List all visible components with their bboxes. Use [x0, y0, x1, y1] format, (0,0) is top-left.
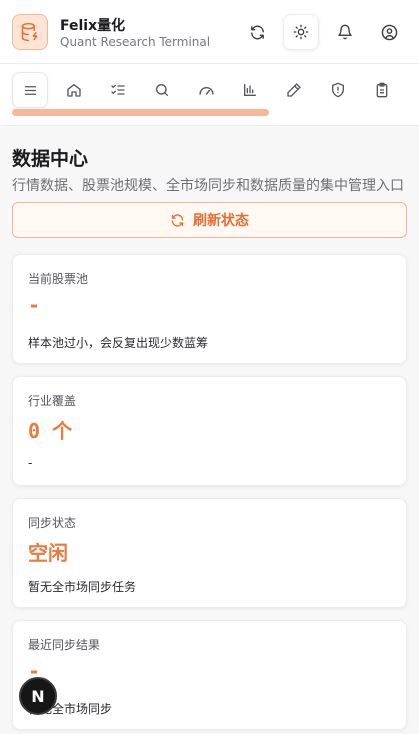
nav-search[interactable]	[144, 72, 180, 108]
refresh-button[interactable]	[239, 14, 275, 50]
last-sync-result-card: 最近同步结果 - 暂无全市场同步	[12, 620, 407, 730]
user-circle-icon	[381, 24, 397, 40]
bell-icon	[338, 24, 352, 40]
sun-icon	[293, 24, 309, 40]
card-label: 当前股票池	[28, 272, 89, 286]
bar-chart-icon	[244, 84, 256, 96]
dev-tools-badge[interactable]: N	[19, 677, 57, 715]
refresh-status-button[interactable]: 刷新状态	[12, 202, 407, 238]
card-description: -	[28, 456, 33, 470]
card-description: 样本池过小，会反复出现少数蓝筹	[28, 336, 209, 350]
industry-coverage-card: 行业覆盖 0 个 -	[12, 376, 407, 486]
app-name: Felix量化	[60, 18, 126, 34]
stock-pool-card: 当前股票池 - 样本池过小，会反复出现少数蓝筹	[12, 254, 407, 364]
card-value: -	[28, 293, 41, 317]
clipboard-icon	[376, 82, 388, 98]
pen-icon	[287, 83, 301, 97]
tool-nav	[0, 64, 419, 126]
list-check-icon	[111, 84, 125, 95]
nav-tasks[interactable]	[100, 72, 136, 108]
gauge-icon	[198, 86, 214, 95]
menu-icon	[24, 85, 36, 95]
shield-alert-icon	[332, 82, 344, 98]
nav-edit[interactable]	[276, 72, 312, 108]
refresh-status-label: 刷新状态	[193, 213, 249, 229]
nav-risk[interactable]	[320, 72, 356, 108]
database-logo-icon	[12, 14, 48, 50]
nav-scrollbar[interactable]	[12, 109, 269, 116]
app-header: Felix量化 Quant Research Terminal	[0, 0, 419, 64]
refresh-icon	[171, 213, 184, 227]
notifications-button[interactable]	[327, 14, 363, 50]
card-label: 行业覆盖	[28, 394, 77, 408]
sync-status-card: 同步状态 空闲 暂无全市场同步任务	[12, 498, 407, 608]
nav-clipboard[interactable]	[364, 72, 400, 108]
card-value: 空闲	[28, 541, 68, 565]
app-subtitle: Quant Research Terminal	[60, 35, 211, 49]
search-icon	[156, 84, 168, 96]
nav-gauge[interactable]	[188, 72, 224, 108]
nav-charts[interactable]	[232, 72, 268, 108]
card-label: 最近同步结果	[28, 638, 101, 652]
page-subtitle: 行情数据、股票池规模、全市场同步和数据质量的集中管理入口	[12, 178, 404, 194]
refresh-icon	[250, 25, 264, 39]
home-icon	[67, 84, 81, 97]
nav-home[interactable]	[56, 72, 92, 108]
account-button[interactable]	[371, 14, 407, 50]
nav-menu[interactable]	[12, 72, 48, 108]
theme-toggle-button[interactable]	[283, 14, 319, 50]
card-label: 同步状态	[28, 516, 77, 530]
card-value: 0 个	[28, 419, 73, 443]
card-description: 暂无全市场同步任务	[28, 580, 137, 594]
badge-letter: N	[31, 686, 45, 706]
page-title: 数据中心	[12, 148, 89, 170]
